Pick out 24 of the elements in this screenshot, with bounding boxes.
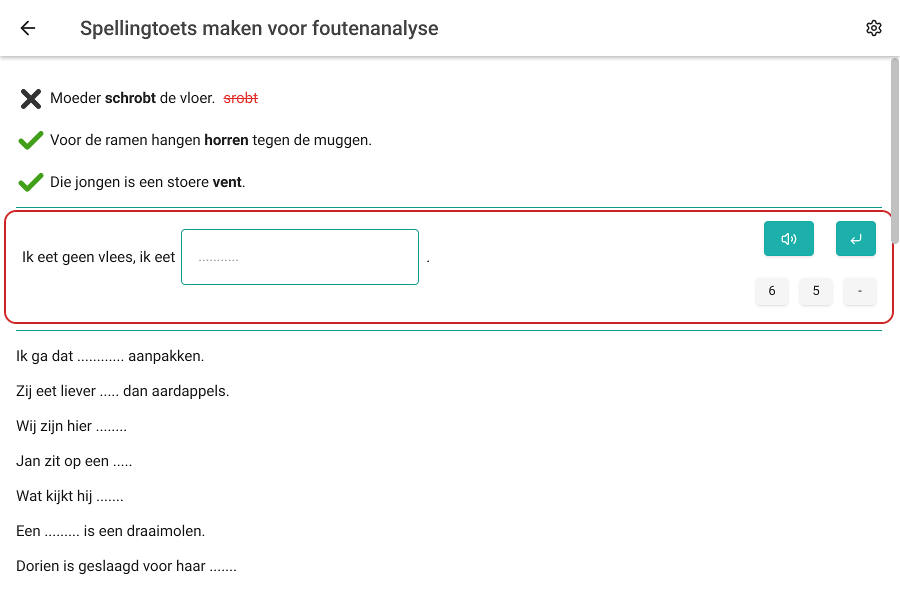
answered-sentence: Die jongen is een stoere vent. xyxy=(50,172,246,194)
answered-sentence: Voor de ramen hangen horren tegen de muggen. xyxy=(50,130,372,152)
key-button[interactable]: - xyxy=(844,278,876,305)
enter-icon xyxy=(849,232,863,246)
upcoming-sentence: Jan zit op een ..... xyxy=(16,451,134,472)
key-button[interactable]: 5 xyxy=(800,278,832,305)
upcoming-sentence: Ik ga dat ............ aanpakken. xyxy=(16,346,206,367)
page-title: Spellingtoets maken voor foutenanalyse xyxy=(80,15,439,42)
answered-sentence: Moeder schrobt de vloer. xyxy=(50,88,216,110)
scrollbar-thumb[interactable] xyxy=(891,58,899,244)
upcoming-sentence: Wat kijkt hij ....... xyxy=(16,486,125,507)
settings-button[interactable] xyxy=(864,18,884,38)
upcoming-sentence: Zij eet liever ..... dan aardappels. xyxy=(16,381,231,402)
upcoming-sentence: Een ......... is een draaimolen. xyxy=(16,521,206,542)
sentence-start: Ik eet geen vlees, ik eet xyxy=(22,246,176,268)
upcoming-sentence: Dorien is geslaagd voor haar ....... xyxy=(16,556,238,577)
key-button[interactable]: 6 xyxy=(756,278,788,305)
answer-field[interactable]: ........... xyxy=(181,229,420,285)
enter-button[interactable] xyxy=(836,221,876,256)
wrong-answer: srobt xyxy=(223,88,258,110)
upcoming-sentence: Wij zijn hier ........ xyxy=(16,416,128,437)
sentence-end: . xyxy=(426,246,430,268)
speaker-icon xyxy=(781,230,797,246)
speaker-button[interactable] xyxy=(764,221,814,256)
